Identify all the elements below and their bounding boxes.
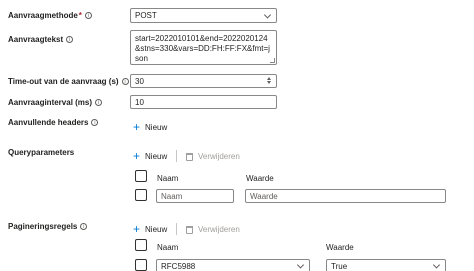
timeout-label: Time-out van de aanvraag (s) i [8,77,129,86]
info-icon[interactable]: i [66,36,74,43]
paging-select-all-checkbox[interactable] [135,239,147,251]
paging-label-text: Pagineringsregels [8,222,78,231]
required-mark: * [78,11,82,20]
info-icon[interactable]: i [121,78,129,85]
query-row-value-input[interactable]: Waarde [245,189,446,203]
paging-col-name: Naam [157,243,179,252]
resize-handle-icon[interactable] [270,58,275,63]
timeout-value: 30 [135,76,144,86]
plus-icon: + [133,222,141,236]
body-label: Aanvraagtekst i [8,35,74,44]
headers-new-label: Nieuw [145,122,168,132]
interval-label: Aanvraaginterval (ms) i [8,98,103,107]
query-row-value-placeholder: Waarde [250,191,278,201]
paging-row-value-dropdown[interactable]: True [326,259,446,271]
chevron-down-icon [263,10,272,19]
chevron-down-icon [296,261,305,269]
headers-label: Aanvullende headers i [8,118,99,127]
paging-row-name-value: RFC5988 [161,261,196,271]
query-col-name: Naam [157,174,179,183]
trash-icon [186,225,193,234]
toolbar-divider [176,150,177,162]
query-select-all-checkbox[interactable] [135,170,147,182]
info-icon[interactable]: i [80,223,88,230]
info-icon[interactable]: i [84,12,92,19]
paging-col-value: Waarde [326,243,354,252]
body-textarea[interactable]: start=2022010101&end=2022020124&stns=330… [130,30,277,65]
query-col-value: Waarde [246,174,274,183]
paging-row-name-dropdown[interactable]: RFC5988 [156,259,310,271]
body-value: start=2022010101&end=2022020124&stns=330… [135,34,270,63]
method-value: POST [135,11,157,20]
query-label-text: Queryparameters [8,148,75,157]
query-label: Queryparameters [8,148,74,157]
headers-label-text: Aanvullende headers [8,118,89,127]
trash-icon [186,152,193,161]
paging-label: Pagineringsregels i [8,222,88,231]
paging-new-button[interactable]: + Nieuw [133,222,168,236]
chevron-down-icon [432,261,441,269]
headers-new-button[interactable]: + Nieuw [133,120,168,134]
query-new-button[interactable]: + Nieuw [133,149,168,163]
method-label-text: Aanvraagmethode [8,11,78,20]
paging-delete-button[interactable]: Verwijderen [186,225,240,234]
query-row-name-input[interactable]: Naam [156,189,234,203]
query-new-label: Nieuw [145,151,168,161]
interval-value: 10 [135,97,144,107]
query-row-checkbox[interactable] [135,189,147,201]
method-dropdown[interactable]: POST [130,8,277,23]
info-icon[interactable]: i [91,119,99,126]
spinner-icon[interactable] [266,77,272,84]
interval-input[interactable]: 10 [130,95,277,109]
query-row-name-placeholder: Naam [161,191,183,201]
plus-icon: + [133,120,141,134]
paging-new-label: Nieuw [145,224,168,234]
timeout-input[interactable]: 30 [130,74,277,88]
interval-label-text: Aanvraaginterval (ms) [8,98,93,107]
paging-row-checkbox[interactable] [135,259,147,271]
timeout-label-text: Time-out van de aanvraag (s) [8,77,119,86]
query-delete-button[interactable]: Verwijderen [186,152,240,161]
paging-delete-label: Verwijderen [198,225,240,234]
paging-row-value-value: True [331,261,348,271]
method-label: Aanvraagmethode * i [8,11,92,20]
info-icon[interactable]: i [95,99,103,106]
toolbar-divider [176,223,177,235]
query-delete-label: Verwijderen [198,152,240,161]
body-label-text: Aanvraagtekst [8,35,64,44]
plus-icon: + [133,149,141,163]
